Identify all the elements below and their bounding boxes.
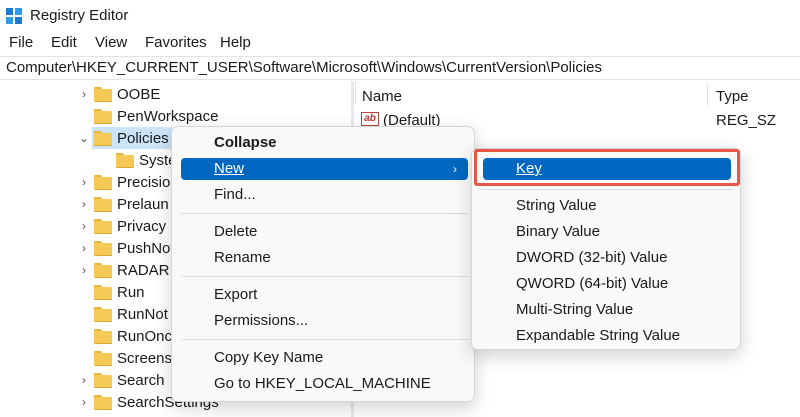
address-bar[interactable]: Computer\HKEY_CURRENT_USER\Software\Micr… <box>0 56 800 80</box>
menu-item-copy-key-name[interactable]: Copy Key Name <box>214 347 323 369</box>
tree-item-label: RunNot <box>117 305 168 323</box>
menu-item-collapse[interactable]: Collapse <box>214 132 277 154</box>
menu-item-label: New <box>214 160 245 177</box>
string-value-icon: ab <box>361 112 379 126</box>
submenu-item-qword-value[interactable]: QWORD (64-bit) Value <box>516 273 668 295</box>
submenu-item-dword-value[interactable]: DWORD (32-bit) Value <box>516 247 667 269</box>
menu-item-goto-hklm[interactable]: Go to HKEY_LOCAL_MACHINE <box>214 373 431 395</box>
tree-item-oobe[interactable]: › OOBE <box>0 83 351 105</box>
submenu-item-expandable-string-value[interactable]: Expandable String Value <box>516 325 680 347</box>
value-type: REG_SZ <box>716 112 777 129</box>
folder-icon <box>116 153 134 168</box>
tree-item-label: Privacy <box>117 217 167 235</box>
submenu-item-multi-string-value[interactable]: Multi-String Value <box>516 299 633 321</box>
expand-chevron-icon[interactable]: › <box>79 171 89 193</box>
submenu-arrow-icon: › <box>453 162 457 176</box>
window-title: Registry Editor <box>30 7 129 24</box>
collapse-chevron-icon[interactable]: ⌄ <box>79 127 89 149</box>
tree-item-label: Policies <box>117 129 169 147</box>
submenu-item-string-value[interactable]: String Value <box>516 195 597 217</box>
menu-item-find[interactable]: Find... <box>214 184 256 206</box>
tree-item-label: PushNot <box>117 239 175 257</box>
tree-item-label: Prelaun <box>117 195 169 213</box>
menu-view[interactable]: View <box>95 34 127 51</box>
tree-item-label: Screens <box>117 349 173 367</box>
menu-item-export[interactable]: Export <box>214 284 257 306</box>
column-divider[interactable] <box>355 82 356 104</box>
tree-item-label: OOBE <box>117 85 161 103</box>
tree-item-penworkspace[interactable]: PenWorkspace <box>0 105 351 127</box>
menu-item-permissions[interactable]: Permissions... <box>214 310 308 332</box>
folder-icon <box>94 197 112 212</box>
menu-edit[interactable]: Edit <box>51 34 77 51</box>
folder-icon <box>94 285 112 300</box>
context-menu: Collapse New › Find... Delete Rename Exp… <box>171 126 475 402</box>
expand-chevron-icon[interactable]: › <box>79 237 89 259</box>
tree-item-label: PenWorkspace <box>117 107 219 125</box>
column-header-name[interactable]: Name <box>362 88 402 105</box>
tree-item-label: RunOnc <box>117 327 173 345</box>
expand-chevron-icon[interactable]: › <box>79 259 89 281</box>
tree-item-label: RADAR <box>117 261 170 279</box>
menu-bar: File Edit View Favorites Help <box>0 32 800 54</box>
tree-item-label: Run <box>117 283 145 301</box>
folder-icon <box>94 263 112 278</box>
registry-editor-icon <box>6 8 22 24</box>
expand-chevron-icon[interactable]: › <box>79 83 89 105</box>
menu-separator <box>181 213 468 214</box>
menu-help[interactable]: Help <box>220 34 251 51</box>
folder-icon <box>94 329 112 344</box>
folder-open-icon <box>94 131 112 146</box>
menu-separator <box>181 276 468 277</box>
folder-icon <box>94 307 112 322</box>
tree-item-label: Search <box>117 371 165 389</box>
folder-icon <box>94 175 112 190</box>
folder-icon <box>94 395 112 410</box>
folder-icon <box>94 373 112 388</box>
submenu-item-binary-value[interactable]: Binary Value <box>516 221 600 243</box>
folder-icon <box>94 241 112 256</box>
menu-item-new[interactable]: New <box>181 158 468 180</box>
expand-chevron-icon[interactable]: › <box>79 193 89 215</box>
menu-item-delete[interactable]: Delete <box>214 221 257 243</box>
menu-file[interactable]: File <box>9 34 33 51</box>
folder-icon <box>94 87 112 102</box>
expand-chevron-icon[interactable]: › <box>79 391 89 413</box>
title-bar: Registry Editor <box>0 0 800 32</box>
folder-icon <box>94 351 112 366</box>
menu-item-rename[interactable]: Rename <box>214 247 271 269</box>
menu-favorites[interactable]: Favorites <box>145 34 207 51</box>
expand-chevron-icon[interactable]: › <box>79 215 89 237</box>
annotation-highlight-box <box>474 149 740 186</box>
expand-chevron-icon[interactable]: › <box>79 369 89 391</box>
column-header-type[interactable]: Type <box>716 88 749 105</box>
column-divider[interactable] <box>707 84 708 106</box>
tree-item-label: Precisio <box>117 173 171 191</box>
folder-icon <box>94 219 112 234</box>
menu-separator <box>181 339 468 340</box>
menu-separator <box>481 189 733 190</box>
folder-icon <box>94 109 112 124</box>
